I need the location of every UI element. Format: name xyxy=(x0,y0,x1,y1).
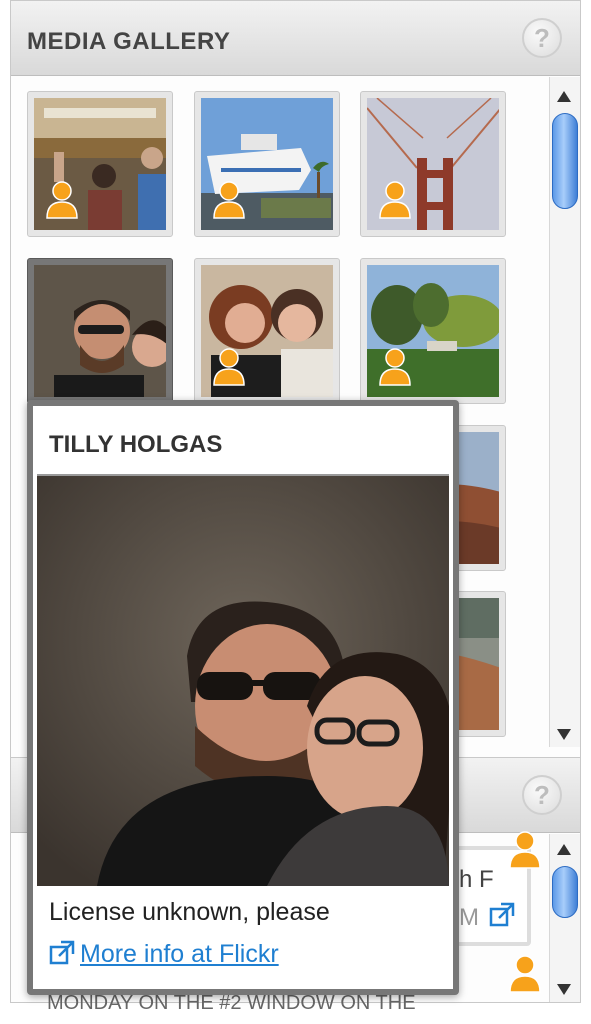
media-gallery-title: MEDIA GALLERY xyxy=(27,28,231,55)
user-badge-icon xyxy=(509,955,541,993)
media-info-popup-body: TILLY HOLGAS License unknown, please Mor… xyxy=(33,406,453,989)
user-badge-icon xyxy=(379,348,411,386)
feed-item-partial-sub: M xyxy=(459,904,479,931)
media-info-popup: TILLY HOLGAS License unknown, please Mor… xyxy=(27,400,459,995)
gallery-tile-friends[interactable] xyxy=(194,258,340,404)
scroll-up-arrow-icon[interactable] xyxy=(557,844,571,855)
scroll-thumb[interactable] xyxy=(552,866,578,918)
second-panel-scrollbar[interactable] xyxy=(549,834,580,1002)
photo-market xyxy=(34,98,166,230)
user-badge-icon xyxy=(213,181,245,219)
gallery-tile-bridge[interactable] xyxy=(360,91,506,237)
feed-partial-bottom-text: MONDAY ON THE #2 WINDOW ON THE xyxy=(47,992,416,1014)
gallery-tile-couple-selected[interactable] xyxy=(27,258,173,404)
flickr-link[interactable]: More info at Flickr xyxy=(49,940,279,969)
gallery-tile-park[interactable] xyxy=(360,258,506,404)
help-icon[interactable]: ? xyxy=(522,775,562,815)
scroll-thumb[interactable] xyxy=(552,113,578,209)
scroll-down-arrow-icon[interactable] xyxy=(557,984,571,995)
external-link-icon[interactable] xyxy=(489,902,515,928)
photo-friends xyxy=(201,265,333,397)
photo-couple-thumb xyxy=(34,265,166,397)
external-link-icon xyxy=(49,940,75,965)
photo-ship xyxy=(201,98,333,230)
scroll-down-arrow-icon[interactable] xyxy=(557,729,571,740)
user-badge-icon xyxy=(379,181,411,219)
gallery-tile-ship[interactable] xyxy=(194,91,340,237)
user-badge-icon xyxy=(213,348,245,386)
popup-title: TILLY HOLGAS xyxy=(49,431,223,458)
media-gallery-header: MEDIA GALLERY ? xyxy=(11,1,580,76)
scroll-up-arrow-icon[interactable] xyxy=(557,91,571,102)
flickr-link-label[interactable]: More info at Flickr xyxy=(80,940,279,968)
gallery-scrollbar[interactable] xyxy=(549,77,580,747)
photo-park xyxy=(367,265,499,397)
popup-photo xyxy=(37,474,449,886)
photo-bridge xyxy=(367,98,499,230)
user-badge-icon xyxy=(509,831,541,869)
gallery-tile-market[interactable] xyxy=(27,91,173,237)
user-badge-icon xyxy=(46,181,78,219)
help-icon[interactable]: ? xyxy=(522,18,562,58)
popup-license-text: License unknown, please xyxy=(49,898,330,926)
feed-item-partial-text: h F xyxy=(459,866,494,893)
